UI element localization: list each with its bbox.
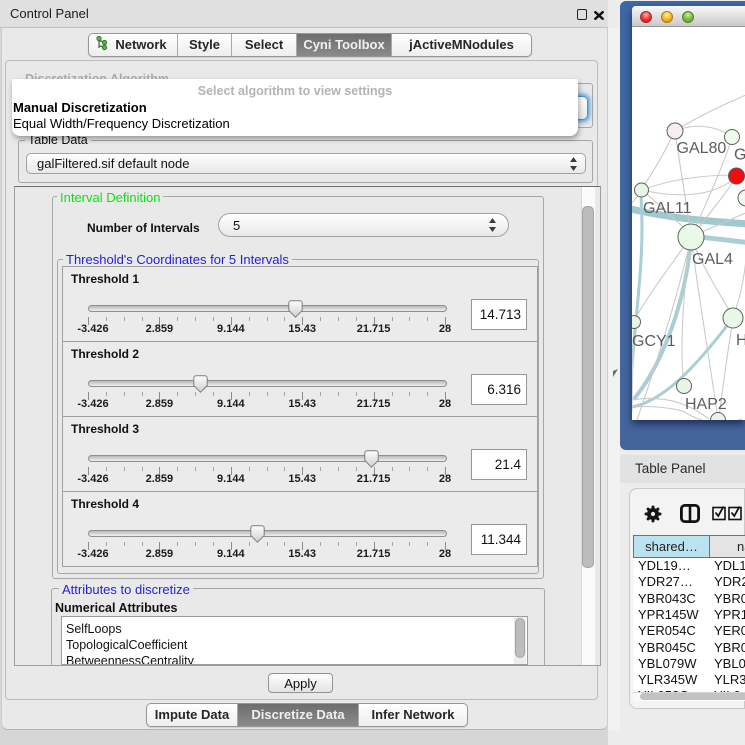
svg-text:GCY1: GCY1 [632, 333, 676, 350]
svg-text:GAL11: GAL11 [643, 200, 692, 217]
svg-text:HAP2: HAP2 [685, 396, 727, 413]
svg-text:H: H [736, 332, 745, 349]
svg-text:GAL4: GAL4 [692, 251, 733, 268]
svg-text:GAL80: GAL80 [677, 140, 727, 157]
svg-text:GA: GA [734, 147, 745, 164]
